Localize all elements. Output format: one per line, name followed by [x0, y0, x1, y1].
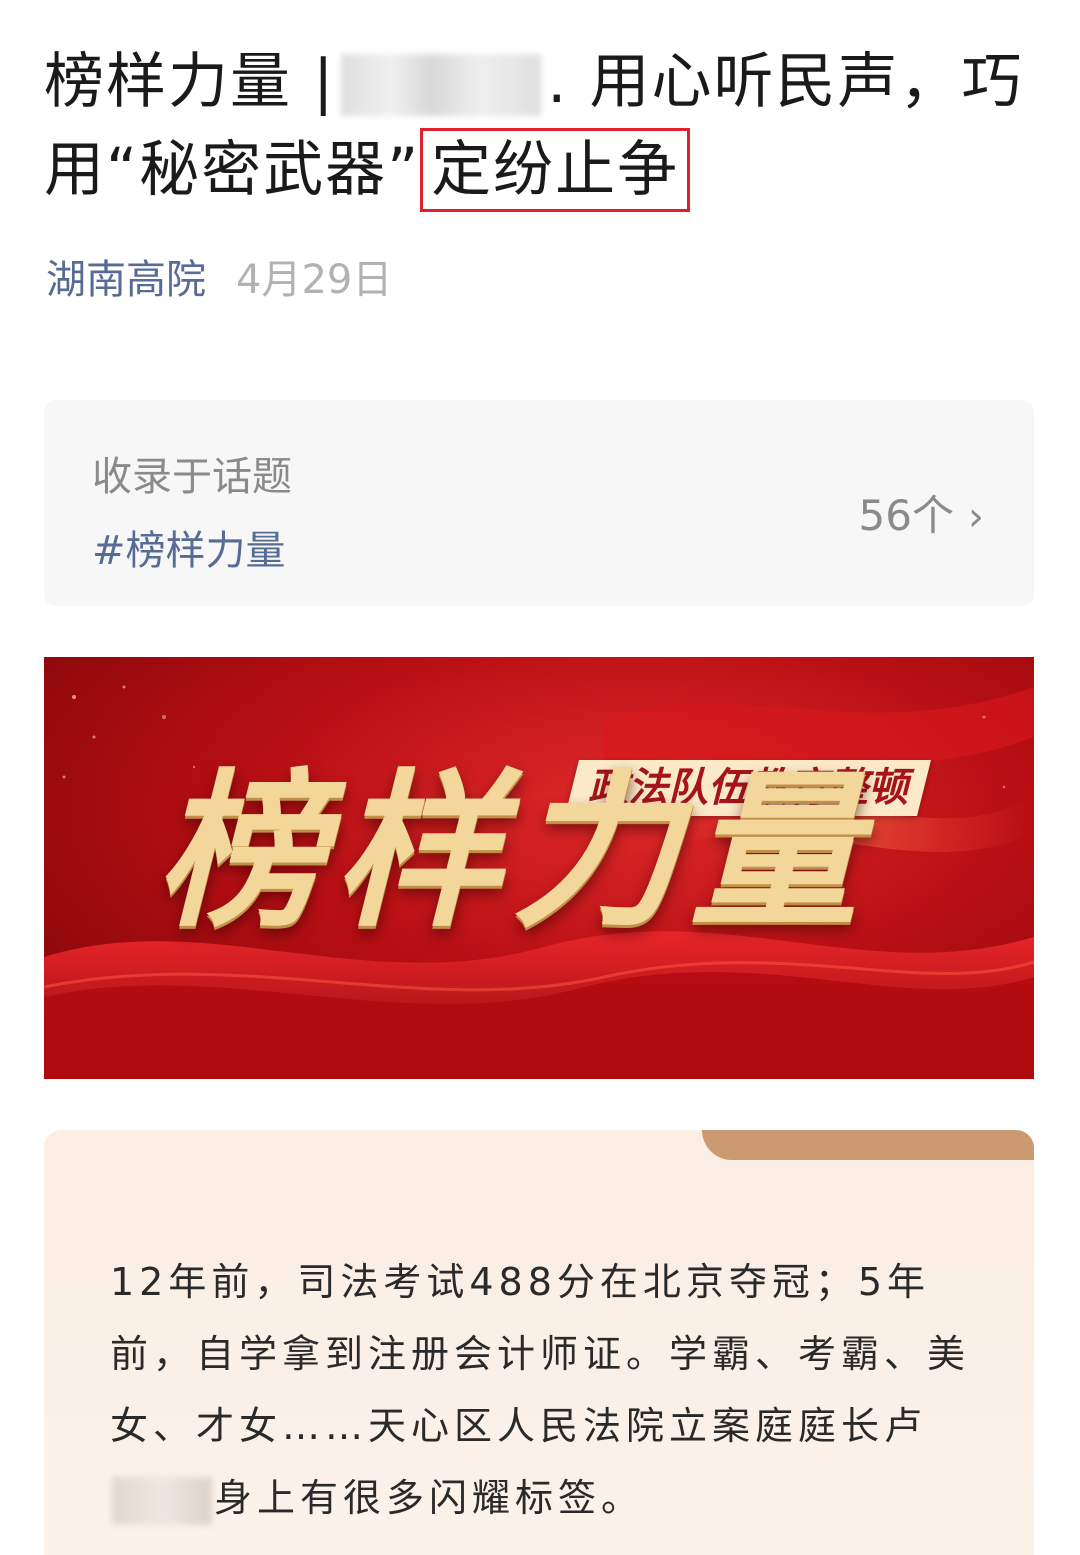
title-highlight-box: 定纷止争 — [420, 128, 691, 212]
topic-card[interactable]: 收录于话题 #榜样力量 56个 › — [44, 400, 1034, 606]
intro-paragraph: 12年前，司法考试488分在北京夺冠；5年前，自学拿到注册会计师证。学霸、考霸、… — [110, 1246, 978, 1534]
chevron-right-icon: › — [968, 494, 984, 540]
article-title: 榜样力量 |. 用心听民声，巧用“秘密武器” 定纷止争 — [44, 38, 1044, 214]
redacted-name — [341, 54, 542, 117]
topic-count-value: 56个 — [858, 491, 954, 540]
topic-label: 收录于话题 — [92, 454, 292, 500]
card-corner-tab — [702, 1130, 1034, 1160]
topic-tag-link[interactable]: #榜样力量 — [92, 518, 286, 576]
account-name-link[interactable]: 湖南高院 — [46, 257, 206, 303]
intro-card: 12年前，司法考试488分在北京夺冠；5年前，自学拿到注册会计师证。学霸、考霸、… — [44, 1130, 1034, 1555]
intro-name-prefix: 卢 — [884, 1404, 928, 1448]
intro-text: 12年前，司法考试488分在北京夺冠；5年前，自学拿到注册会计师证。学霸、考霸、… — [110, 1260, 971, 1448]
topic-count[interactable]: 56个 › — [859, 482, 984, 543]
redacted-name-2 — [112, 1476, 212, 1525]
publish-date: 4月29日 — [236, 257, 393, 303]
article-meta: 湖南高院 4月29日 — [46, 252, 392, 308]
title-part-1: 榜样力量 | — [44, 47, 336, 117]
banner-image: 政法队伍教育整顿 榜样力量 — [44, 657, 1034, 1079]
banner-headline: 榜样力量 — [156, 754, 868, 950]
intro-text-end: 身上有很多闪耀标签。 — [214, 1476, 645, 1520]
